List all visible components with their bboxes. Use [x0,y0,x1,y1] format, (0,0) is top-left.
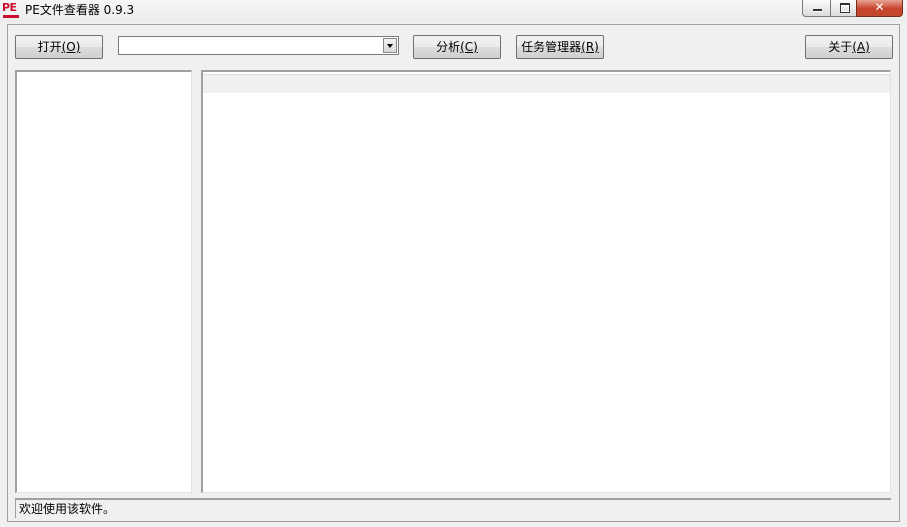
open-button[interactable]: 打开(O) [15,35,103,59]
open-button-hotkey: (O) [61,40,81,54]
analyze-button[interactable]: 分析(C) [413,35,501,59]
minimize-icon [813,9,822,11]
title-bar[interactable]: PE PE文件查看器 0.9.3 ✕ [0,0,907,22]
app-icon-text: PE [2,1,17,14]
about-button-label: 关于 [828,40,853,54]
file-path-combo[interactable] [118,36,399,55]
maximize-button[interactable] [830,0,857,17]
status-text: 欢迎使用该软件。 [19,502,116,516]
window-title: PE文件查看器 0.9.3 [25,3,135,17]
task-manager-button[interactable]: 任务管理器(R) [516,35,604,59]
close-icon: ✕ [874,0,885,14]
status-bar: 欢迎使用该软件。 [15,498,891,518]
list-header[interactable] [203,74,890,93]
about-button-hotkey: (A) [852,40,870,54]
close-button[interactable]: ✕ [856,0,903,17]
app-icon-underline [3,15,19,18]
pe-structure-tree[interactable] [15,70,192,493]
detail-list-view[interactable] [201,70,891,493]
maximize-icon [840,3,850,13]
analyze-button-hotkey: (C) [460,40,478,54]
minimize-button[interactable] [802,0,831,17]
open-button-label: 打开 [37,40,62,54]
combo-dropdown-button[interactable] [383,38,397,53]
task-manager-button-label: 任务管理器 [521,40,582,54]
about-button[interactable]: 关于(A) [805,35,893,59]
analyze-button-label: 分析 [436,40,461,54]
task-manager-button-hotkey: (R) [581,40,599,54]
chevron-down-icon [387,44,393,48]
app-icon: PE [2,1,20,19]
